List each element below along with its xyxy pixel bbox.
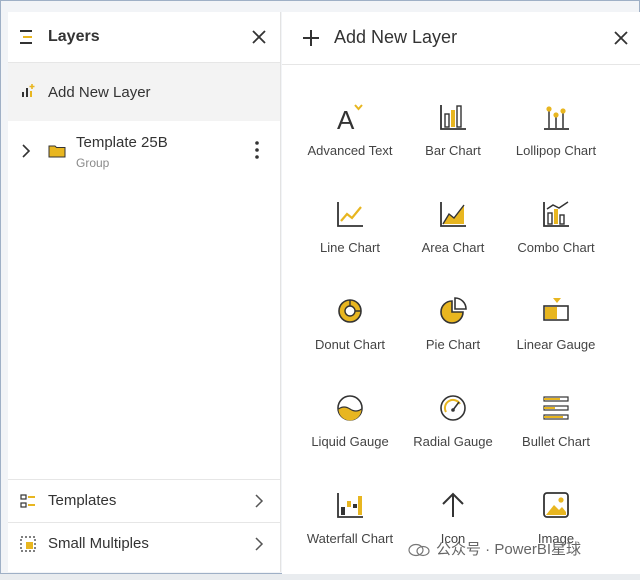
templates-row[interactable]: Templates [8, 479, 280, 522]
layer-tree-item[interactable]: Template 25B Group [8, 122, 280, 182]
layers-panel: Layers Add New Layer Template 25B Group [8, 12, 281, 572]
tile-line-chart[interactable]: Line Chart [300, 199, 400, 289]
donut-chart-icon [338, 299, 362, 323]
tile-label: Combo Chart [517, 240, 595, 255]
tile-radial-gauge[interactable]: Radial Gauge [403, 393, 503, 483]
tile-label: Pie Chart [425, 337, 481, 352]
linear-gauge-icon [543, 298, 569, 321]
tile-label: Donut Chart [314, 337, 386, 352]
tile-linear-gauge[interactable]: Linear Gauge [506, 296, 606, 386]
waterfall-chart-icon [337, 493, 363, 518]
tile-label: Waterfall Chart [306, 531, 394, 546]
layer-name: Template 25B [76, 134, 168, 151]
bar-chart-icon [440, 105, 466, 130]
more-options-icon[interactable] [254, 140, 260, 160]
small-multiples-row[interactable]: Small Multiples [8, 522, 280, 565]
line-chart-icon [337, 202, 363, 227]
bullet-chart-icon [543, 396, 569, 420]
chevron-right-icon [255, 537, 264, 551]
tile-label: Linear Gauge [516, 337, 596, 352]
chevron-right-icon[interactable] [20, 144, 32, 158]
image-icon [543, 492, 569, 518]
tile-label: Lollipop Chart [515, 143, 597, 158]
layers-menu-icon [20, 30, 32, 44]
tile-label: Line Chart [320, 240, 380, 255]
templates-label: Templates [48, 492, 117, 509]
tile-image[interactable]: Image [506, 490, 606, 580]
tile-label: Advanced Text [307, 143, 393, 158]
tile-label: Area Chart [421, 240, 485, 255]
layers-title: Layers [48, 28, 100, 45]
tile-combo-chart[interactable]: Combo Chart [506, 199, 606, 289]
add-layer-icon [22, 84, 35, 97]
add-new-layer-panel: Add New Layer A Advanced Text Bar Chart … [282, 12, 640, 574]
tile-advanced-text[interactable]: A Advanced Text [300, 102, 400, 192]
small-multiples-label: Small Multiples [48, 535, 149, 552]
folder-icon [48, 145, 66, 158]
layers-header: Layers [8, 12, 280, 63]
tile-label: Bar Chart [425, 143, 481, 158]
templates-icon [20, 494, 35, 508]
close-layers-icon[interactable] [250, 28, 268, 46]
tile-lollipop-chart[interactable]: Lollipop Chart [506, 102, 606, 192]
tile-label: Bullet Chart [522, 434, 590, 449]
wechat-icon [408, 543, 430, 557]
combo-chart-icon [543, 201, 569, 227]
liquid-gauge-icon [337, 395, 363, 421]
tile-liquid-gauge[interactable]: Liquid Gauge [300, 393, 400, 483]
tile-icon[interactable]: Icon [403, 490, 503, 580]
radial-gauge-icon [440, 395, 466, 421]
small-multiples-icon [20, 536, 36, 552]
watermark: 公众号 · PowerBI星球 [408, 538, 581, 559]
close-add-panel-icon[interactable] [612, 29, 630, 47]
tile-waterfall-chart[interactable]: Waterfall Chart [300, 490, 400, 580]
advanced-text-icon: A [337, 104, 363, 132]
add-panel-title: Add New Layer [334, 27, 458, 47]
tile-pie-chart[interactable]: Pie Chart [403, 296, 503, 386]
add-new-layer-button[interactable]: Add New Layer [8, 63, 280, 121]
tile-label: Radial Gauge [413, 434, 493, 449]
arrow-up-icon [442, 492, 464, 517]
watermark-text: 公众号 · PowerBI星球 [436, 541, 582, 558]
area-chart-icon [440, 202, 466, 227]
tile-area-chart[interactable]: Area Chart [403, 199, 503, 289]
add-new-layer-label: Add New Layer [48, 84, 151, 101]
add-panel-header: Add New Layer [282, 12, 640, 65]
layer-type: Group [76, 156, 110, 170]
tile-donut-chart[interactable]: Donut Chart [300, 296, 400, 386]
plus-icon [303, 30, 319, 46]
chevron-right-icon [255, 494, 264, 508]
lollipop-chart-icon [544, 106, 569, 130]
tile-label: Liquid Gauge [311, 434, 389, 449]
tile-bullet-chart[interactable]: Bullet Chart [506, 393, 606, 483]
tile-bar-chart[interactable]: Bar Chart [403, 102, 503, 192]
svg-text:A: A [337, 105, 355, 132]
pie-chart-icon [440, 297, 467, 324]
